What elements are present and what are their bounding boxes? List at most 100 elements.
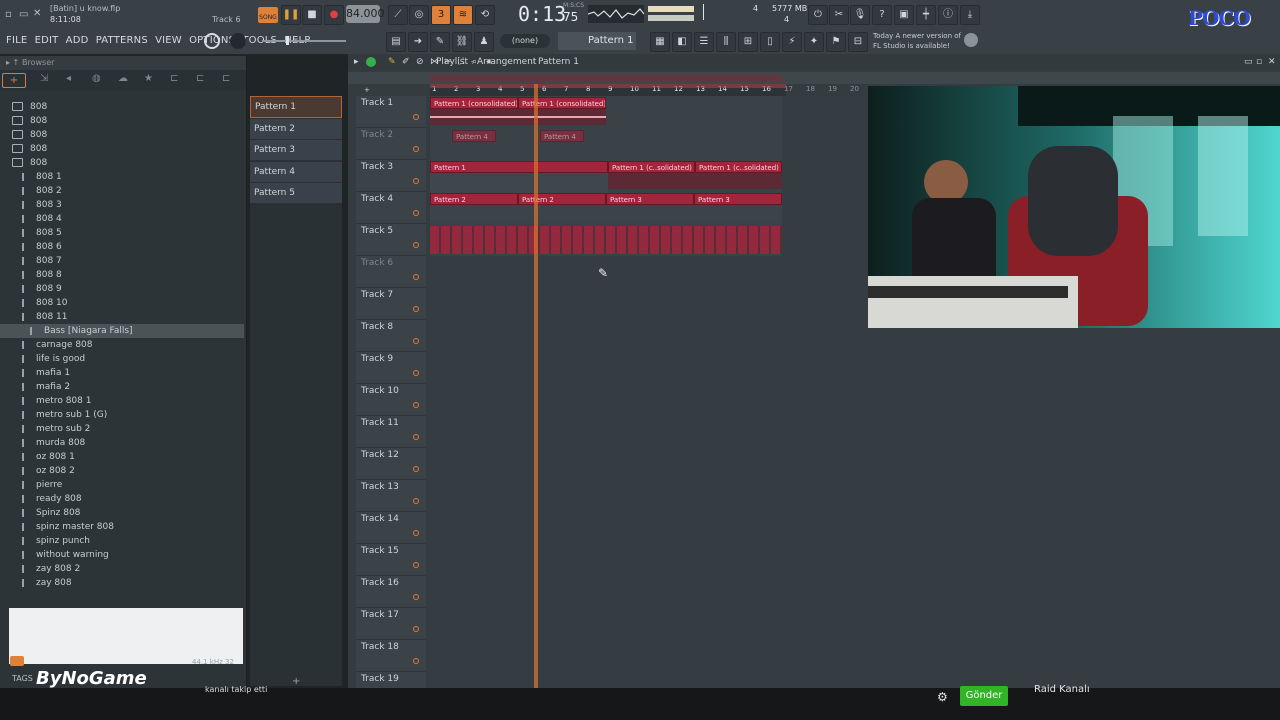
countdown-icon[interactable]: 3	[431, 5, 451, 25]
browser-expand-icon[interactable]: ⇲	[40, 73, 48, 84]
close-icon[interactable]: ✕	[33, 8, 41, 19]
track-mute-icon[interactable]	[413, 626, 419, 632]
window-menu-icon[interactable]: ▫	[5, 9, 12, 20]
track-header[interactable]: Track 6	[356, 256, 426, 288]
browser-sample[interactable]: spinz punch	[0, 534, 244, 548]
track-mute-icon[interactable]	[413, 178, 419, 184]
add-pattern-icon[interactable]: +	[292, 676, 300, 687]
tempo-tap-icon[interactable]: ⚑	[826, 32, 846, 52]
track-header[interactable]: Track 7	[356, 288, 426, 320]
browser-refresh-icon[interactable]: ◍	[92, 73, 101, 84]
browser-folder[interactable]: 808	[0, 128, 244, 142]
clip[interactable]: Pattern 1 (consolidated)	[430, 97, 518, 109]
settings-gear-icon[interactable]: ⚙	[937, 690, 948, 704]
track-mute-icon[interactable]	[413, 402, 419, 408]
clip[interactable]: Pattern 4	[540, 130, 584, 142]
master-volume-knob[interactable]	[230, 33, 246, 49]
menu-edit[interactable]: EDIT	[35, 35, 59, 46]
track-mute-icon[interactable]	[413, 306, 419, 312]
wrench-icon[interactable]: ✦	[804, 32, 824, 52]
news-icon[interactable]	[964, 33, 978, 47]
plug-icon[interactable]: ⚡	[782, 32, 802, 52]
browser-sample[interactable]: zay 808	[0, 576, 244, 590]
menu-view[interactable]: VIEW	[155, 35, 182, 46]
track-mute-icon[interactable]	[413, 466, 419, 472]
browser-view-icon[interactable]: ⊞	[738, 32, 758, 52]
clip[interactable]: Pattern 1	[430, 161, 608, 173]
send-button[interactable]: Gönder	[960, 686, 1008, 706]
track-mute-icon[interactable]	[413, 210, 419, 216]
cut-tool-icon[interactable]: ✂	[829, 5, 849, 25]
delete-tool-icon[interactable]: ⊘	[416, 54, 424, 70]
track-mute-icon[interactable]	[413, 530, 419, 536]
browser-sample[interactable]: mafia 1	[0, 366, 244, 380]
pattern-item[interactable]: Pattern 3	[250, 140, 342, 162]
browser-sample[interactable]: mafia 2	[0, 380, 244, 394]
track-mute-icon[interactable]	[413, 498, 419, 504]
browser-sample[interactable]: Bass [Niagara Falls]	[0, 324, 244, 338]
track-mute-icon[interactable]	[413, 658, 419, 664]
track-header[interactable]: Track 4	[356, 192, 426, 224]
channel-rack-icon[interactable]: ☰	[694, 32, 714, 52]
track-header[interactable]: Track 5	[356, 224, 426, 256]
track-header[interactable]: Track 17	[356, 608, 426, 640]
raid-channel-label[interactable]: Raid Kanalı	[1034, 684, 1090, 695]
track-header[interactable]: Track 13	[356, 480, 426, 512]
browser-sample[interactable]: carnage 808	[0, 338, 244, 352]
menu-patterns[interactable]: PATTERNS	[96, 35, 148, 46]
track-5-clips[interactable]	[430, 226, 782, 254]
play-pattern-icon[interactable]: ▸	[354, 54, 359, 70]
browser-collapse-icon[interactable]: ◂	[66, 73, 71, 84]
wait-input-icon[interactable]: ◎	[409, 5, 429, 25]
track-header[interactable]: Track 9	[356, 352, 426, 384]
browser-sample[interactable]: 808 6	[0, 240, 244, 254]
browser-sample[interactable]: 808 2	[0, 184, 244, 198]
master-pitch-slider[interactable]	[703, 4, 704, 20]
save-icon[interactable]: ▣	[894, 5, 914, 25]
browser-sample[interactable]: without warning	[0, 548, 244, 562]
playlist-close-icon[interactable]: ✕	[1268, 54, 1276, 70]
minimize-icon[interactable]: ▭	[19, 9, 28, 20]
time-display[interactable]: 0:13	[518, 2, 566, 26]
browser-sample[interactable]: 808 7	[0, 254, 244, 268]
loop-record-icon[interactable]: ⟲	[475, 5, 495, 25]
piano-icon[interactable]: ▤	[386, 32, 406, 52]
browser-sample[interactable]: oz 808 2	[0, 464, 244, 478]
update-notice[interactable]: Today A newer version of FL Studio is av…	[873, 31, 961, 51]
pattern-item[interactable]: Pattern 4	[250, 161, 342, 183]
browser-sample[interactable]: murda 808	[0, 436, 244, 450]
browser-sample[interactable]: ready 808	[0, 492, 244, 506]
online-icon[interactable]: ⏻	[808, 5, 828, 25]
mixer-icon[interactable]: ┿	[916, 5, 936, 25]
snap-select[interactable]: (none)	[500, 34, 550, 48]
track-header[interactable]: Track 12	[356, 448, 426, 480]
playhead[interactable]	[534, 84, 538, 688]
menu-add[interactable]: ADD	[66, 35, 89, 46]
loop-range-bar[interactable]	[430, 84, 786, 88]
browser-tag-icon[interactable]: ⊏	[196, 73, 204, 84]
browser-sample[interactable]: 808 3	[0, 198, 244, 212]
browser-sample[interactable]: pierre	[0, 478, 244, 492]
track-header[interactable]: Track 14	[356, 512, 426, 544]
playlist-maximize-icon[interactable]: ▫	[1256, 54, 1262, 70]
download-icon[interactable]: ⤓	[960, 5, 980, 25]
browser-sample[interactable]: 808 4	[0, 212, 244, 226]
blend-notes-icon[interactable]: ≋	[453, 5, 473, 25]
browser-sample[interactable]: 808 11	[0, 310, 244, 324]
track-header[interactable]: Track 1	[356, 96, 426, 128]
browser-sample[interactable]: 808 10	[0, 296, 244, 310]
browser-folder-icon[interactable]: ⊏	[170, 73, 178, 84]
browser-folder[interactable]: 808	[0, 156, 244, 170]
browser-add-icon[interactable]: +	[2, 73, 26, 88]
browser-sample[interactable]: metro 808 1	[0, 394, 244, 408]
track-mute-icon[interactable]	[413, 114, 419, 120]
metronome-icon[interactable]: ⟋	[388, 5, 408, 25]
browser-sample[interactable]: oz 808 1	[0, 450, 244, 464]
track-mute-icon[interactable]	[413, 338, 419, 344]
browser-sample[interactable]: metro sub 1 (G)	[0, 408, 244, 422]
pencil-icon[interactable]: ✎	[430, 32, 450, 52]
link-icon[interactable]: ⛓	[452, 32, 472, 52]
menu-file[interactable]: FILE	[6, 35, 27, 46]
track-header[interactable]: Track 16	[356, 576, 426, 608]
pattern-item[interactable]: Pattern 1	[250, 96, 342, 118]
